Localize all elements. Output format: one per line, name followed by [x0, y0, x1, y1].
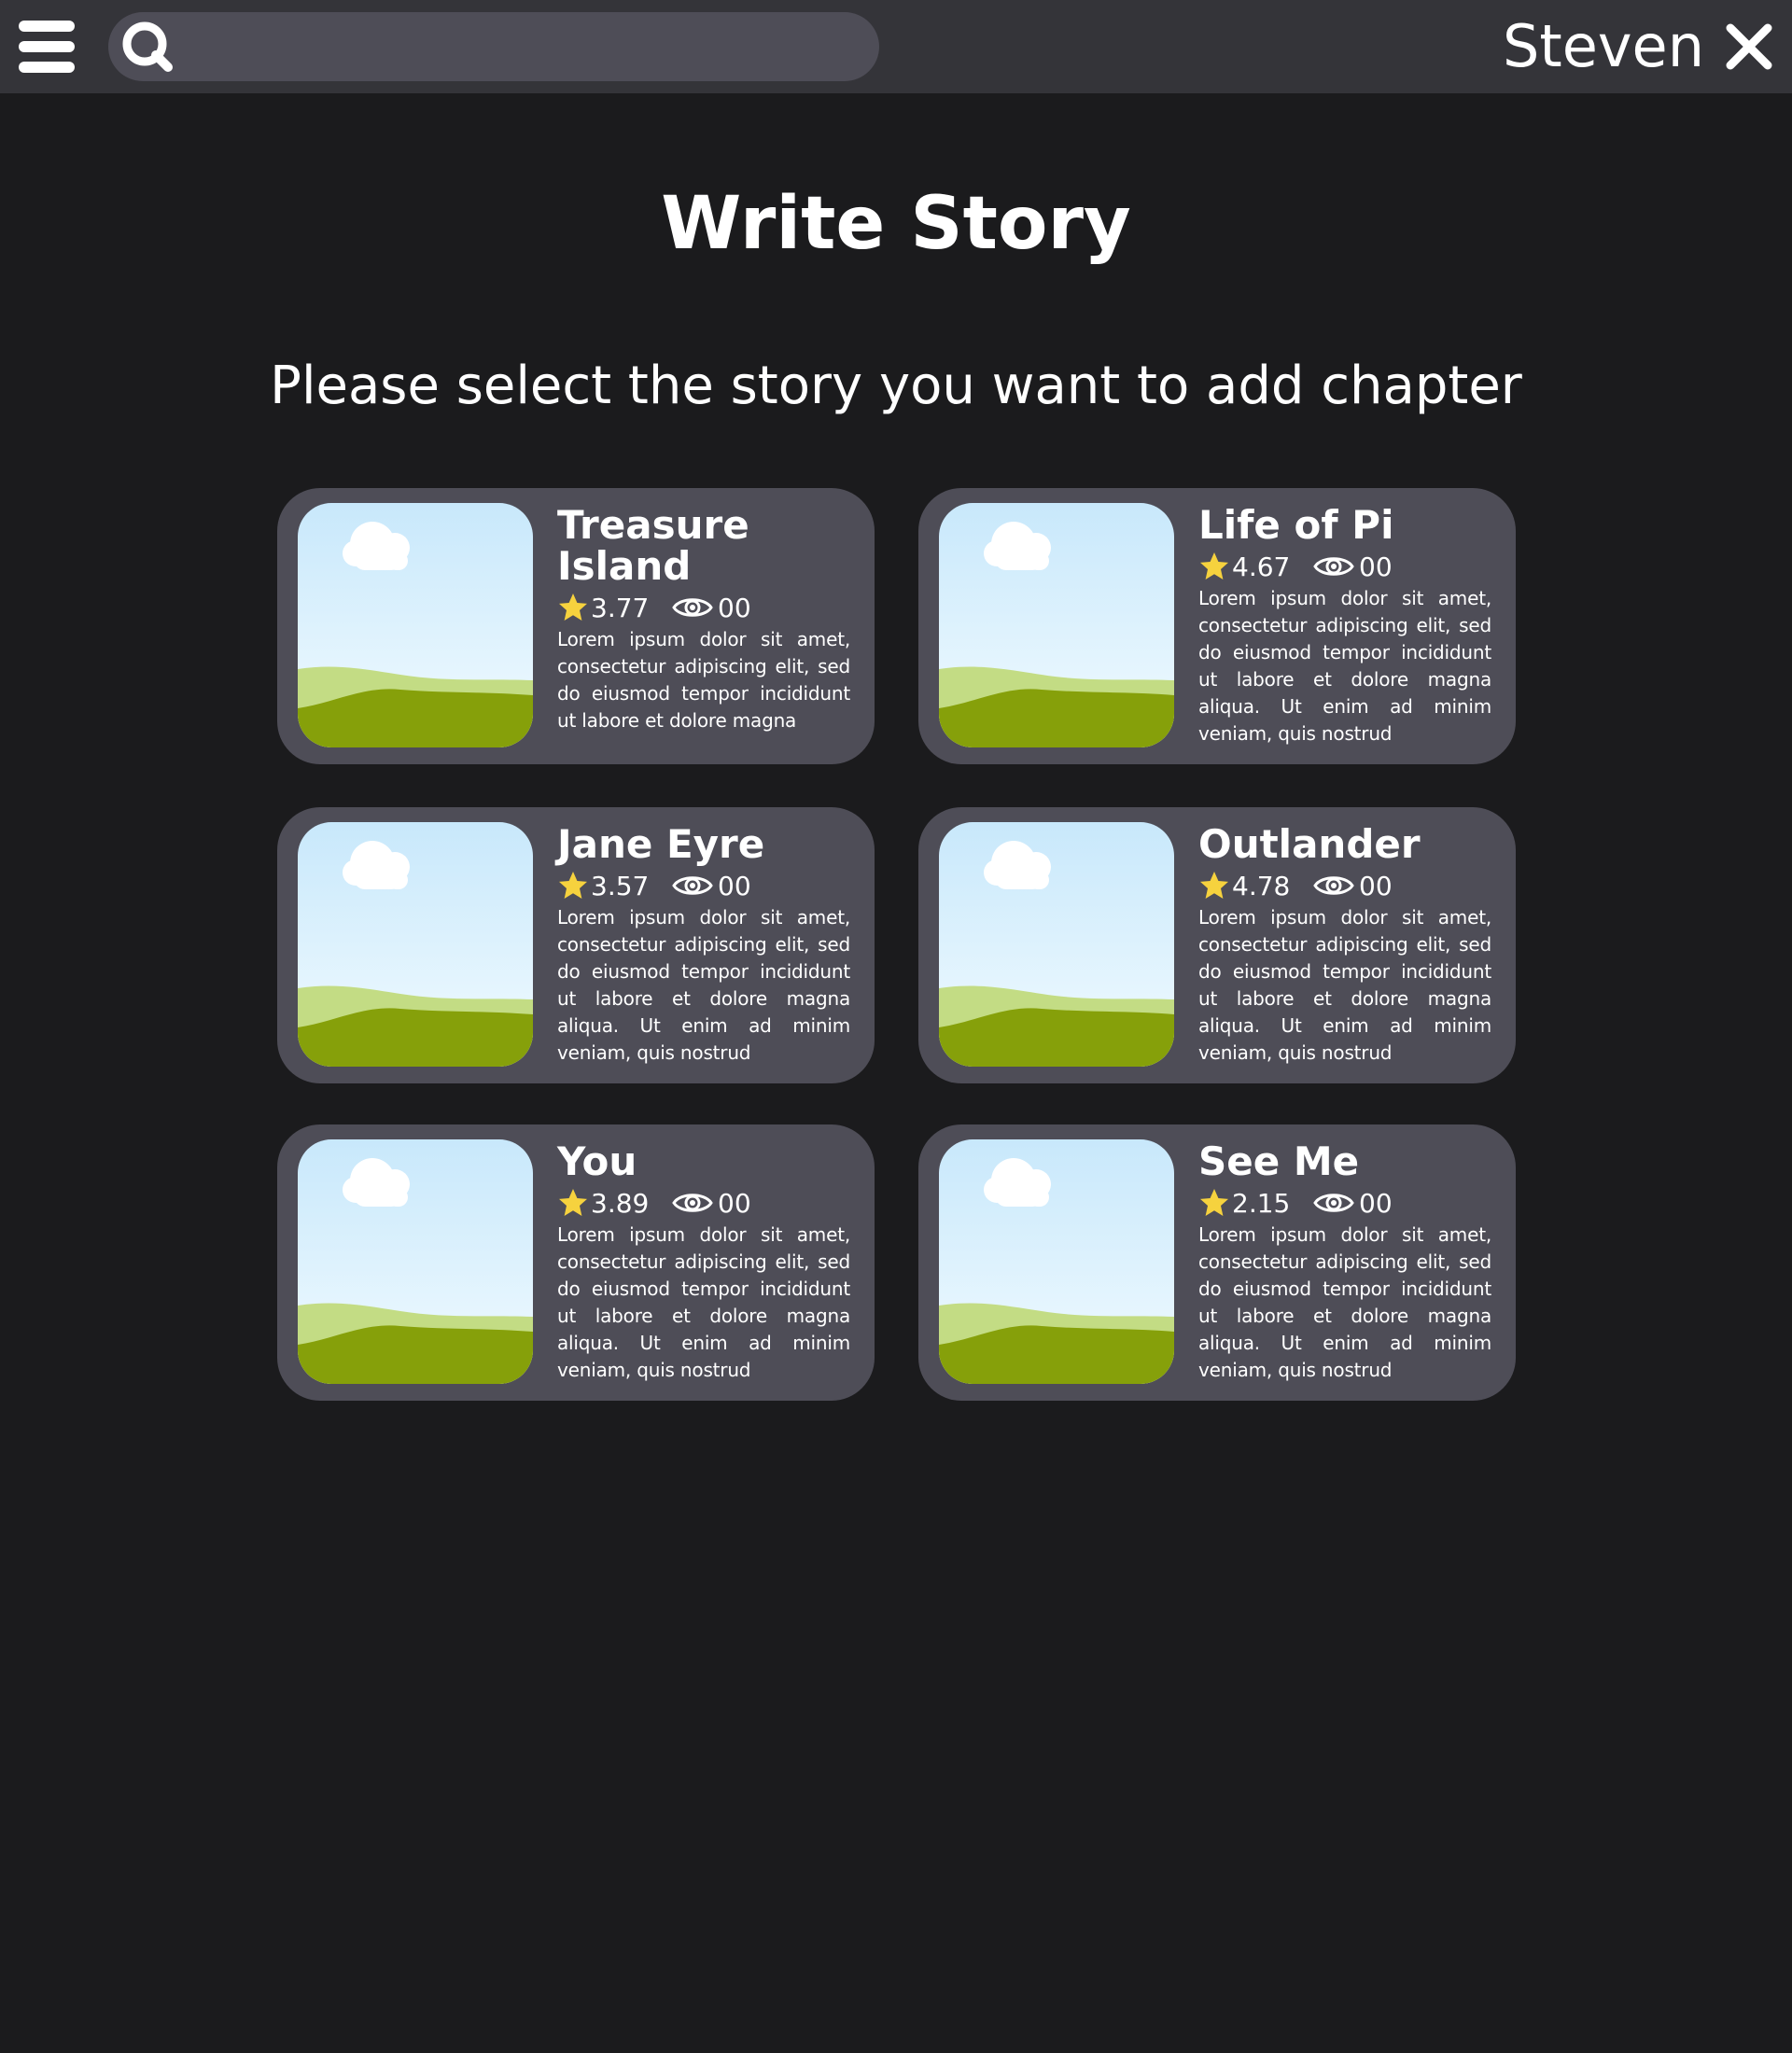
story-card[interactable]: You 3.89 00 Lorem ipsum dolor sit amet, … [277, 1124, 875, 1401]
story-rating: 4.67 [1232, 551, 1291, 582]
star-icon [1200, 552, 1228, 580]
star-icon [1200, 1189, 1228, 1216]
story-title: Treasure Island [557, 502, 749, 589]
eye-icon [1313, 876, 1354, 895]
story-description: Lorem ipsum dolor sit amet, consectetur … [557, 906, 850, 1064]
story-views: 00 [1359, 551, 1393, 582]
story-rating: 2.15 [1232, 1187, 1291, 1219]
eye-icon [1313, 1194, 1354, 1212]
story-thumbnail [939, 822, 1174, 1067]
landscape-image-icon [298, 1139, 533, 1384]
eye-icon [672, 598, 713, 617]
story-title: Life of Pi [1198, 502, 1394, 548]
story-views: 00 [718, 592, 751, 623]
landscape-image-icon [939, 822, 1174, 1067]
story-description: Lorem ipsum dolor sit amet, consectetur … [1198, 1223, 1491, 1381]
story-meta: 3.57 00 [557, 869, 850, 902]
landscape-image-icon [939, 503, 1174, 747]
username-label[interactable]: Steven [1503, 9, 1704, 84]
page-title: Write Story [661, 182, 1131, 266]
story-thumbnail [298, 1139, 533, 1384]
story-rating: 3.77 [591, 592, 650, 623]
story-info: Treasure Island 3.77 00 Lorem ipsum dolo… [557, 505, 850, 734]
close-icon[interactable] [1725, 22, 1773, 71]
story-rating: 3.57 [591, 870, 650, 901]
story-title: You [557, 1138, 637, 1184]
star-icon [559, 872, 587, 899]
search-input[interactable] [187, 20, 859, 74]
story-card[interactable]: Outlander 4.78 00 Lorem ipsum dolor sit … [918, 807, 1516, 1083]
story-description: Lorem ipsum dolor sit amet, consectetur … [557, 1223, 850, 1381]
story-card[interactable]: See Me 2.15 00 Lorem ipsum dolor sit ame… [918, 1124, 1516, 1401]
story-description: Lorem ipsum dolor sit amet, consectetur … [1198, 906, 1491, 1064]
story-meta: 4.67 00 [1198, 550, 1491, 583]
story-info: Life of Pi 4.67 00 Lorem ipsum dolor sit… [1198, 505, 1491, 747]
story-title: Jane Eyre [557, 821, 765, 867]
story-card[interactable]: Treasure Island 3.77 00 Lorem ipsum dolo… [277, 488, 875, 764]
top-bar: Steven [0, 0, 1792, 93]
story-info: Outlander 4.78 00 Lorem ipsum dolor sit … [1198, 824, 1491, 1067]
eye-icon [672, 876, 713, 895]
landscape-image-icon [298, 822, 533, 1067]
landscape-image-icon [939, 1139, 1174, 1384]
page-subtitle: Please select the story you want to add … [270, 356, 1522, 416]
story-thumbnail [298, 822, 533, 1067]
story-description: Lorem ipsum dolor sit amet, consectetur … [557, 628, 850, 732]
story-views: 00 [1359, 870, 1393, 901]
story-meta: 4.78 00 [1198, 869, 1491, 902]
story-info: Jane Eyre 3.57 00 Lorem ipsum dolor sit … [557, 824, 850, 1067]
story-views: 00 [718, 1187, 751, 1219]
star-icon [559, 594, 587, 621]
hamburger-menu-icon[interactable] [19, 19, 75, 75]
story-card[interactable]: Jane Eyre 3.57 00 Lorem ipsum dolor sit … [277, 807, 875, 1083]
story-meta: 2.15 00 [1198, 1186, 1491, 1220]
search-icon[interactable] [119, 19, 175, 75]
eye-icon [1313, 557, 1354, 576]
story-title: Outlander [1198, 821, 1421, 867]
star-icon [559, 1189, 587, 1216]
story-info: You 3.89 00 Lorem ipsum dolor sit amet, … [557, 1141, 850, 1384]
story-thumbnail [298, 503, 533, 747]
story-thumbnail [939, 1139, 1174, 1384]
story-meta: 3.89 00 [557, 1186, 850, 1220]
star-icon [1200, 872, 1228, 899]
story-card[interactable]: Life of Pi 4.67 00 Lorem ipsum dolor sit… [918, 488, 1516, 764]
story-meta: 3.77 00 [557, 591, 850, 624]
story-views: 00 [718, 870, 751, 901]
story-title: See Me [1198, 1138, 1360, 1184]
story-rating: 3.89 [591, 1187, 650, 1219]
story-info: See Me 2.15 00 Lorem ipsum dolor sit ame… [1198, 1141, 1491, 1384]
story-views: 00 [1359, 1187, 1393, 1219]
story-rating: 4.78 [1232, 870, 1291, 901]
eye-icon [672, 1194, 713, 1212]
landscape-image-icon [298, 503, 533, 747]
search-bar[interactable] [108, 12, 879, 81]
story-description: Lorem ipsum dolor sit amet, consectetur … [1198, 587, 1491, 745]
story-thumbnail [939, 503, 1174, 747]
